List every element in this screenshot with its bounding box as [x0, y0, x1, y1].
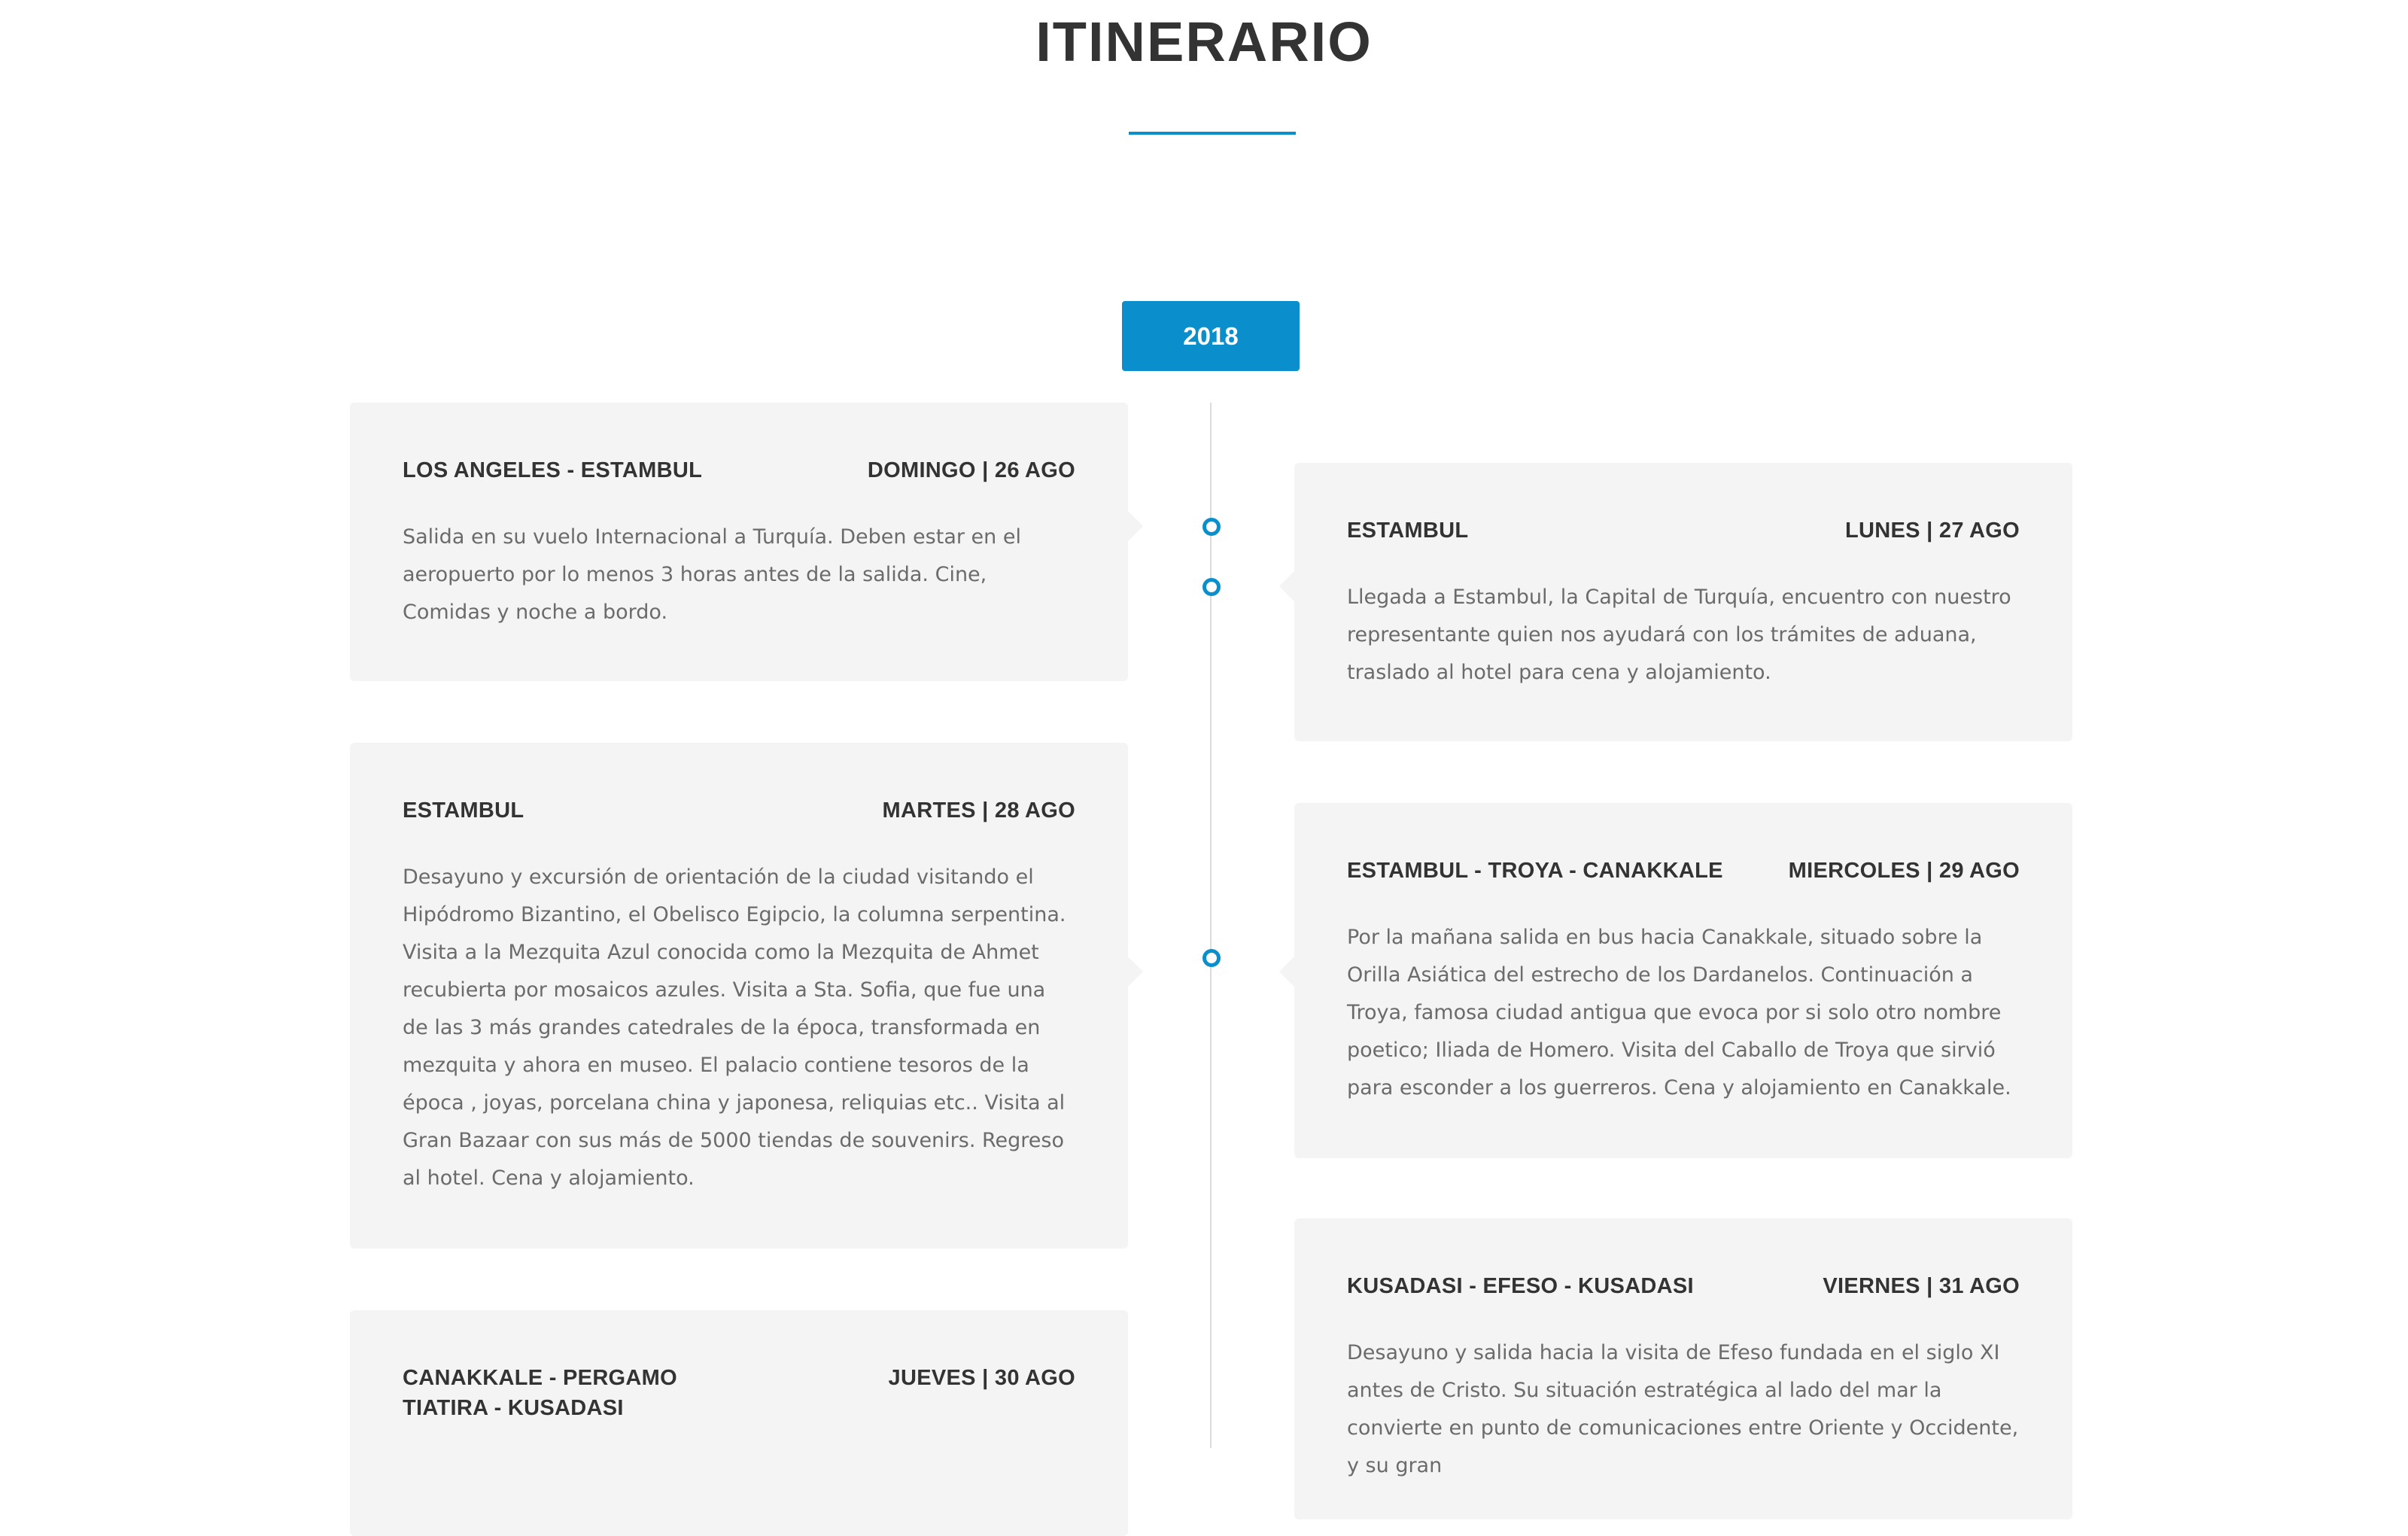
card-pointer	[1279, 957, 1294, 987]
itinerary-card: ESTAMBUL MARTES | 28 AGO Desayuno y excu…	[350, 743, 1143, 1249]
card-place: CANAKKALE - PERGAMO TIATIRA - KUSADASI	[403, 1366, 677, 1420]
card-header: KUSADASI - EFESO - KUSADASI VIERNES | 31…	[1347, 1271, 2020, 1301]
card-pointer	[1128, 511, 1143, 541]
card-pointer	[1279, 571, 1294, 601]
timeline-dot	[1202, 949, 1221, 967]
itinerary-card: ESTAMBUL - TROYA - CANAKKALE MIERCOLES |…	[1279, 803, 2072, 1158]
card-place: KUSADASI - EFESO - KUSADASI	[1347, 1274, 1694, 1298]
card-date: MIERCOLES | 29 AGO	[1788, 859, 2020, 883]
card-header: ESTAMBUL MARTES | 28 AGO	[403, 795, 1075, 826]
itinerary-card: LOS ANGELES - ESTAMBUL DOMINGO | 26 AGO …	[350, 403, 1143, 681]
timeline-dot	[1202, 578, 1221, 596]
card-place: ESTAMBUL	[1347, 519, 1469, 543]
card-date: LUNES | 27 AGO	[1844, 519, 2020, 543]
timeline-dot	[1202, 518, 1221, 536]
card-date: VIERNES | 31 AGO	[1823, 1274, 2020, 1298]
card-description: Desayuno y excursión de orientación de l…	[403, 865, 1066, 1190]
card-date: JUEVES | 30 AGO	[888, 1366, 1075, 1390]
card-header: LOS ANGELES - ESTAMBUL DOMINGO | 26 AGO	[403, 455, 1075, 485]
card-header: ESTAMBUL LUNES | 27 AGO	[1347, 516, 2020, 546]
itinerary-card: ESTAMBUL LUNES | 27 AGO Llegada a Estamb…	[1279, 463, 2072, 741]
card-header: CANAKKALE - PERGAMO TIATIRA - KUSADASI J…	[403, 1363, 1075, 1423]
card-description: Llegada a Estambul, la Capital de Turquí…	[1347, 586, 2011, 684]
page-title: ITINERARIO	[1035, 11, 1373, 73]
card-date: DOMINGO | 26 AGO	[867, 458, 1075, 482]
card-description: Desayuno y salida hacia la visita de Efe…	[1347, 1341, 2019, 1477]
card-place: ESTAMBUL	[403, 798, 524, 823]
itinerary-card: KUSADASI - EFESO - KUSADASI VIERNES | 31…	[1294, 1218, 2072, 1519]
card-place: LOS ANGELES - ESTAMBUL	[403, 458, 703, 482]
card-description: Por la mañana salida en bus hacia Canakk…	[1347, 926, 2011, 1100]
card-place: ESTAMBUL - TROYA - CANAKKALE	[1347, 859, 1723, 883]
card-description: Salida en su vuelo Internacional a Turqu…	[403, 525, 1021, 624]
card-date: MARTES | 28 AGO	[882, 798, 1075, 823]
itinerary-card: CANAKKALE - PERGAMO TIATIRA - KUSADASI J…	[350, 1310, 1128, 1536]
timeline-line	[1210, 403, 1212, 1448]
card-pointer	[1128, 957, 1143, 987]
year-badge[interactable]: 2018	[1122, 301, 1300, 371]
title-underline	[1129, 132, 1296, 135]
card-header: ESTAMBUL - TROYA - CANAKKALE MIERCOLES |…	[1347, 856, 2020, 886]
